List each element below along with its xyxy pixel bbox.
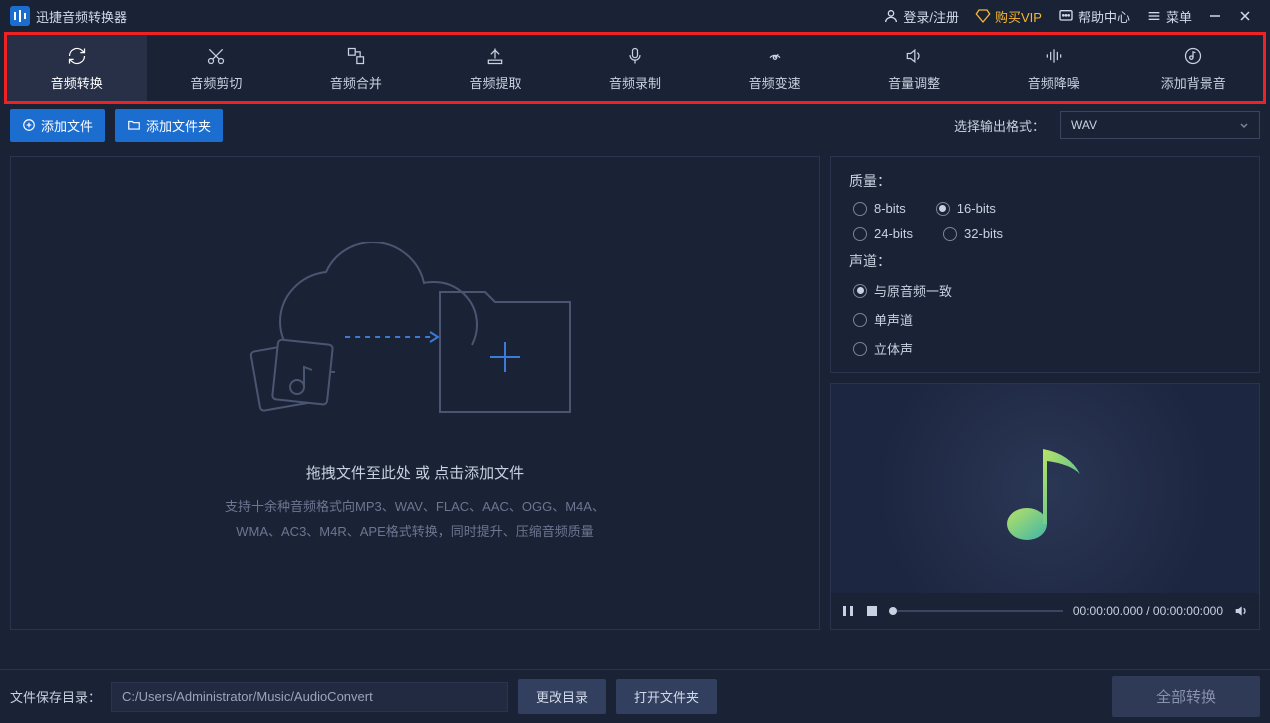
drop-subtext-2: WMA、AC3、M4R、APE格式转换，同时提升、压缩音频质量 xyxy=(236,520,594,545)
main-area: 拖拽文件至此处 或 点击添加文件 支持十余种音频格式向MP3、WAV、FLAC、… xyxy=(0,146,1270,640)
tab-label: 音频合并 xyxy=(330,73,382,92)
tab-audio-extract[interactable]: 音频提取 xyxy=(426,35,566,101)
action-bar: 添加文件 添加文件夹 选择输出格式： WAV xyxy=(0,104,1270,146)
tab-volume-adjust[interactable]: 音量调整 xyxy=(844,35,984,101)
merge-icon xyxy=(345,45,367,67)
diamond-icon xyxy=(975,8,991,24)
channel-same[interactable]: 与原音频一致 xyxy=(853,281,1241,300)
preview-art xyxy=(831,384,1259,593)
add-file-button[interactable]: 添加文件 xyxy=(10,109,105,142)
speed-icon xyxy=(764,45,786,67)
app-title: 迅捷音频转换器 xyxy=(36,7,127,26)
tab-denoise[interactable]: 音频降噪 xyxy=(984,35,1124,101)
music-note-icon xyxy=(985,429,1105,549)
app-logo: 迅捷音频转换器 xyxy=(10,6,127,26)
output-format-label: 选择输出格式： xyxy=(954,116,1045,135)
time-display: 00:00:00.000 / 00:00:00:000 xyxy=(1073,604,1223,618)
quality-24bits[interactable]: 24-bits xyxy=(853,226,913,241)
save-path-label: 文件保存目录： xyxy=(10,687,101,706)
chevron-down-icon xyxy=(1239,120,1249,130)
output-format-select[interactable]: WAV xyxy=(1060,111,1260,139)
logo-icon xyxy=(10,6,30,26)
preview-box: 00:00:00.000 / 00:00:00:000 xyxy=(830,383,1260,630)
help-link[interactable]: 帮助中心 xyxy=(1050,7,1138,26)
drop-illustration xyxy=(225,242,605,442)
tab-label: 音频降噪 xyxy=(1028,73,1080,92)
buy-vip-link[interactable]: 购买VIP xyxy=(967,7,1050,26)
save-path-input[interactable] xyxy=(111,682,508,712)
bgm-icon xyxy=(1182,45,1204,67)
close-button[interactable] xyxy=(1230,1,1260,31)
channel-stereo[interactable]: 立体声 xyxy=(853,339,1241,358)
tab-label: 音频录制 xyxy=(609,73,661,92)
quality-16bits[interactable]: 16-bits xyxy=(936,201,996,216)
titlebar: 迅捷音频转换器 登录/注册 购买VIP 帮助中心 菜单 xyxy=(0,0,1270,32)
tab-audio-speed[interactable]: 音频变速 xyxy=(705,35,845,101)
volume-icon xyxy=(903,45,925,67)
scissors-icon xyxy=(205,45,227,67)
mic-icon xyxy=(624,45,646,67)
extract-icon xyxy=(484,45,506,67)
tab-label: 添加背景音 xyxy=(1161,73,1226,92)
channel-label: 声道： xyxy=(849,251,1241,271)
tab-audio-record[interactable]: 音频录制 xyxy=(565,35,705,101)
change-dir-button[interactable]: 更改目录 xyxy=(518,679,606,714)
quality-8bits[interactable]: 8-bits xyxy=(853,201,906,216)
convert-all-button[interactable]: 全部转换 xyxy=(1112,676,1260,717)
pause-button[interactable] xyxy=(841,604,855,618)
drop-subtext-1: 支持十余种音频格式向MP3、WAV、FLAC、AAC、OGG、M4A、 xyxy=(225,495,605,520)
chat-icon xyxy=(1058,8,1074,24)
menu-icon xyxy=(1146,8,1162,24)
main-toolbar: 音频转换 音频剪切 音频合并 音频提取 音频录制 音频变速 音量调整 音频降噪 … xyxy=(4,32,1266,104)
drop-zone[interactable]: 拖拽文件至此处 或 点击添加文件 支持十余种音频格式向MP3、WAV、FLAC、… xyxy=(10,156,820,630)
progress-slider[interactable] xyxy=(889,610,1063,612)
main-menu[interactable]: 菜单 xyxy=(1138,7,1200,26)
plus-circle-icon xyxy=(22,118,36,132)
bottom-bar: 文件保存目录： 更改目录 打开文件夹 全部转换 xyxy=(0,669,1270,723)
open-dir-button[interactable]: 打开文件夹 xyxy=(616,679,717,714)
tab-label: 音频提取 xyxy=(469,73,521,92)
channel-mono[interactable]: 单声道 xyxy=(853,310,1241,329)
stop-button[interactable] xyxy=(865,604,879,618)
right-panel: 质量： 8-bits 16-bits 24-bits 32-bits 声道： 与… xyxy=(830,156,1260,630)
preview-controls: 00:00:00.000 / 00:00:00:000 xyxy=(831,593,1259,629)
refresh-icon xyxy=(66,45,88,67)
drop-title: 拖拽文件至此处 或 点击添加文件 xyxy=(306,462,524,483)
tab-label: 音频剪切 xyxy=(190,73,242,92)
tab-audio-convert[interactable]: 音频转换 xyxy=(7,35,147,101)
quality-32bits[interactable]: 32-bits xyxy=(943,226,1003,241)
login-link[interactable]: 登录/注册 xyxy=(875,7,967,26)
format-value: WAV xyxy=(1071,118,1097,132)
folder-icon xyxy=(127,118,141,132)
minimize-button[interactable] xyxy=(1200,1,1230,31)
denoise-icon xyxy=(1043,45,1065,67)
tab-add-bgm[interactable]: 添加背景音 xyxy=(1124,35,1264,101)
add-folder-button[interactable]: 添加文件夹 xyxy=(115,109,223,142)
tab-label: 音频转换 xyxy=(51,73,103,92)
tab-audio-merge[interactable]: 音频合并 xyxy=(286,35,426,101)
quality-label: 质量： xyxy=(849,171,1241,191)
tab-label: 音量调整 xyxy=(888,73,940,92)
tab-audio-cut[interactable]: 音频剪切 xyxy=(147,35,287,101)
volume-button[interactable] xyxy=(1233,603,1249,619)
settings-box: 质量： 8-bits 16-bits 24-bits 32-bits 声道： 与… xyxy=(830,156,1260,373)
user-icon xyxy=(883,8,899,24)
tab-label: 音频变速 xyxy=(749,73,801,92)
